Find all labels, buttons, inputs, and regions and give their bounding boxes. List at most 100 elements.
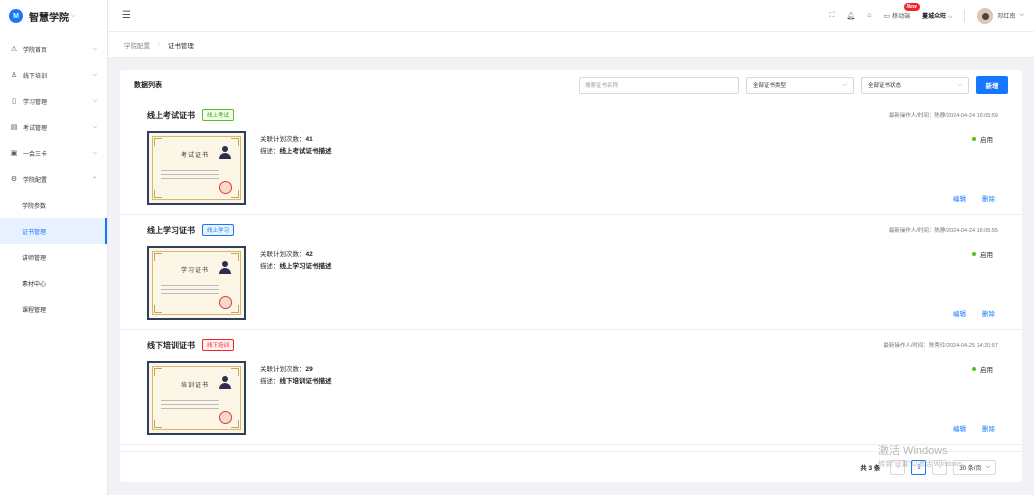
certificate-thumbnail[interactable]: 考试证书 — [147, 131, 246, 205]
person-icon — [219, 376, 231, 390]
windows-activation-watermark: 激活 Windows 转到"设置"以激活 Windows。 — [878, 442, 969, 469]
certificate-thumbnail[interactable]: 培训证书 — [147, 361, 246, 435]
desc-value: 线上学习证书描述 — [279, 263, 332, 270]
chevron-down-icon: ⌵ — [92, 71, 97, 78]
sidebar-item-label: 考试管理 — [23, 125, 48, 132]
count-label: 关联计划次数： — [260, 251, 306, 258]
count-value: 42 — [305, 251, 313, 258]
mobile-link[interactable]: ▭ 移动端 New — [884, 3, 920, 20]
bell-icon[interactable]: 🔔︎ — [846, 12, 855, 20]
user-menu[interactable]: 邓红南 ⌵ — [977, 7, 1024, 24]
cert-actions: 编辑 删除 — [953, 193, 995, 203]
chevron-down-icon: ⌵ — [957, 81, 962, 88]
seal-icon — [219, 181, 232, 194]
new-badge: New — [903, 3, 920, 11]
chevron-down-icon: ⌵ — [947, 13, 953, 20]
person-icon: ♙ — [10, 72, 18, 79]
desc-label: 描述： — [260, 378, 280, 385]
chevron-down-icon: ⌵ — [92, 123, 97, 130]
thumb-title: 学习证书 — [181, 267, 210, 274]
status-filter-value: 全部证书状态 — [868, 83, 902, 89]
sidebar-item-offline-training[interactable]: ♙ 线下培训 ⌵ — [0, 62, 107, 88]
sidebar-item-label: 线下培训 — [23, 73, 48, 80]
sidebar-item-learning[interactable]: ▯ 学习管理 ⌵ — [0, 88, 107, 114]
divider — [964, 9, 966, 22]
status-label: 启用 — [980, 252, 993, 259]
status-badge: 启用 — [972, 249, 993, 259]
avatar — [977, 7, 994, 24]
book-icon: ▯ — [12, 98, 16, 105]
chevron-down-icon: ⌵ — [92, 45, 97, 52]
status-dot-icon — [972, 252, 976, 256]
cert-title-row: 线上考试证书 线上考试 — [147, 109, 235, 121]
user-name: 邓红南 — [997, 14, 1016, 20]
count-value: 41 — [305, 136, 313, 143]
person-icon — [219, 146, 231, 160]
watermark-line-1: 激活 Windows — [878, 445, 948, 457]
warning-icon: ⚠ — [10, 46, 18, 53]
home-icon[interactable]: ⌂ — [867, 12, 871, 19]
cert-type-tag: 线上考试 — [202, 109, 235, 121]
sidebar-item-label: 一会三卡 — [23, 151, 48, 158]
seal-icon — [219, 296, 232, 309]
search-input[interactable]: 搜索证书名称 — [579, 76, 739, 94]
watermark-line-2: 转到"设置"以激活 Windows。 — [878, 461, 970, 468]
card-header: 数据列表 搜索证书名称 全部证书类型 ⌵ 全部证书状态 ⌵ 新增 — [120, 70, 1022, 100]
thumb-title: 考试证书 — [181, 152, 210, 159]
cert-info: 关联计划次数：42 描述：线上学习证书描述 — [260, 249, 332, 273]
topbar: ☰ ⛶ 🔔︎ ⌂ ▭ 移动端 New 蔓城众旺 ⌵ 邓红南 ⌵ — [108, 0, 1034, 32]
menu-collapse-icon[interactable]: ☰ — [122, 10, 131, 21]
sidebar-subitem-certificates[interactable]: 证书管理 — [0, 218, 107, 244]
count-label: 关联计划次数： — [260, 366, 306, 373]
sidebar-item-exam[interactable]: ▤ 考试管理 ⌵ — [0, 114, 107, 140]
sidebar-item-config[interactable]: ⚙ 学院配置 ⌃ — [0, 166, 107, 192]
edit-button[interactable]: 编辑 — [953, 423, 966, 433]
edit-button[interactable]: 编辑 — [953, 193, 966, 203]
desc-value: 线上考试证书描述 — [279, 148, 332, 155]
status-badge: 启用 — [972, 134, 993, 144]
cert-operator-time: 最新操作人/时间：陈静/2024-04-24 16:05:59 — [888, 113, 998, 119]
list-item: 线上学习证书 线上学习 最新操作人/时间：陈静/2024-04-24 16:05… — [120, 215, 1022, 330]
sidebar-item-meeting-cards[interactable]: ▣ 一会三卡 ⌵ — [0, 140, 107, 166]
type-filter-select[interactable]: 全部证书类型 ⌵ — [746, 76, 854, 94]
cert-type-tag: 线上学习 — [202, 224, 235, 236]
new-button[interactable]: 新增 — [976, 76, 1008, 94]
org-name: 蔓城众旺 — [922, 13, 947, 20]
cert-name: 线下培训证书 — [147, 340, 195, 350]
certificate-thumbnail[interactable]: 学习证书 — [147, 246, 246, 320]
desc-value: 线下培训证书描述 — [279, 378, 332, 385]
chevron-up-icon: ⌃ — [91, 176, 97, 183]
desc-label: 描述： — [260, 263, 280, 270]
list-item: 线下培训证书 线下培训 最新操作人/时间：陈秀玲/2024-04-25 14:2… — [120, 330, 1022, 445]
sidebar-subitem-lecturers[interactable]: 讲师管理 — [0, 244, 107, 270]
status-filter-select[interactable]: 全部证书状态 ⌵ — [861, 76, 969, 94]
breadcrumb-parent[interactable]: 学院配置 — [124, 40, 150, 50]
fullscreen-icon[interactable]: ⛶ — [830, 12, 835, 20]
status-label: 启用 — [980, 137, 993, 144]
card-title: 数据列表 — [134, 82, 162, 89]
cert-operator-time: 最新操作人/时间：陈静/2024-04-24 16:05:55 — [888, 228, 998, 234]
chevron-down-icon: ⌵ — [1019, 12, 1024, 18]
cert-title-row: 线下培训证书 线下培训 — [147, 339, 235, 351]
seal-icon — [219, 411, 232, 424]
delete-button[interactable]: 删除 — [982, 308, 995, 318]
sidebar-subitem-params[interactable]: 学院参数 — [0, 192, 107, 218]
status-dot-icon — [972, 137, 976, 141]
sidebar-subitem-materials[interactable]: 素材中心 — [0, 270, 107, 296]
sidebar: M 智慧学院 ⌵ ⚠ 学院首页 ⌵ ♙ 线下培训 ⌵ ▯ 学习管理 ⌵ ▤ 考试… — [0, 0, 108, 495]
sidebar-subitem-courses[interactable]: 课程管理 — [0, 296, 107, 322]
org-switcher[interactable]: 蔓城众旺 ⌵ — [922, 11, 952, 21]
sidebar-item-home[interactable]: ⚠ 学院首页 ⌵ — [0, 36, 107, 62]
sidebar-item-label: 学院配置 — [23, 177, 48, 184]
delete-button[interactable]: 删除 — [982, 423, 995, 433]
delete-button[interactable]: 删除 — [982, 193, 995, 203]
list-item: 线上考试证书 线上考试 最新操作人/时间：陈静/2024-04-24 16:05… — [120, 100, 1022, 215]
app-logo[interactable]: M 智慧学院 ⌵ — [0, 0, 107, 32]
mobile-label: 移动端 — [892, 14, 911, 20]
cert-type-tag: 线下培训 — [202, 339, 235, 351]
breadcrumb-current: 证书管理 — [167, 42, 194, 50]
chevron-down-icon: ⌵ — [985, 463, 990, 470]
edit-button[interactable]: 编辑 — [953, 308, 966, 318]
cert-info: 关联计划次数：41 描述：线上考试证书描述 — [260, 134, 332, 158]
count-value: 29 — [305, 366, 313, 373]
